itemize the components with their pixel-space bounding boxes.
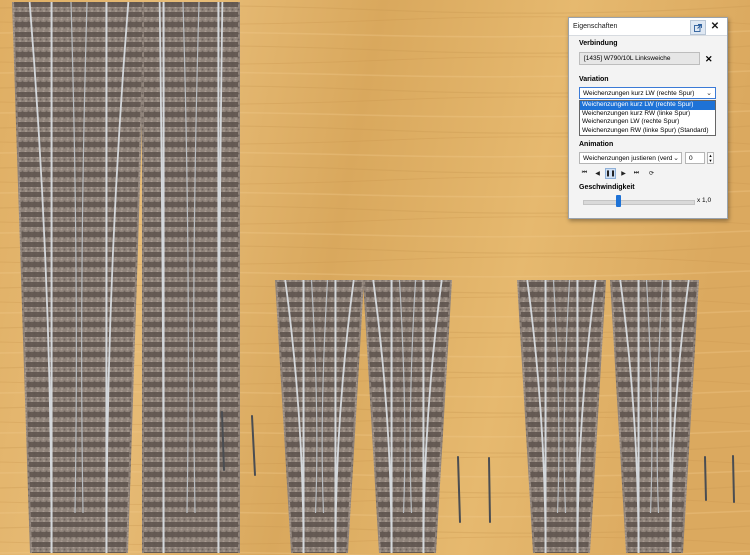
speed-value: x 1,0: [697, 197, 712, 204]
loose-rail: [488, 457, 491, 523]
verbindung-heading: Verbindung: [579, 40, 618, 47]
chevron-down-icon: ⌄: [706, 90, 712, 97]
variation-option[interactable]: Weichenzungen kurz LW (rechte Spur): [580, 101, 715, 110]
animation-select[interactable]: Weichenzungen justieren (verd ⌄: [579, 152, 682, 164]
speed-slider-thumb[interactable]: [616, 195, 621, 207]
variation-dropdown-list: Weichenzungen kurz LW (rechte Spur) Weic…: [579, 100, 716, 136]
popout-icon[interactable]: [690, 20, 706, 35]
speed-heading: Geschwindigkeit: [579, 184, 635, 191]
loose-rail: [732, 455, 735, 503]
loop-icon[interactable]: ⟳: [646, 168, 657, 179]
track-turnout[interactable]: [142, 1, 240, 554]
track-sleepers: [14, 2, 144, 553]
variation-option[interactable]: Weichenzungen kurz RW (linke Spur): [580, 110, 715, 119]
pause-icon[interactable]: ❚❚: [605, 168, 616, 179]
verbindung-field[interactable]: [1435] W790/10L Linksweiche: [579, 52, 700, 65]
panel-title: Eigenschaften: [573, 23, 618, 30]
variation-heading: Variation: [579, 76, 609, 83]
panel-titlebar: Eigenschaften ✕: [569, 18, 727, 36]
skip-start-icon[interactable]: ⏮: [579, 168, 590, 179]
verbindung-clear-button[interactable]: ✕: [705, 54, 713, 65]
variation-option[interactable]: Weichenzungen LW (rechte Spur): [580, 118, 715, 127]
skip-end-icon[interactable]: ⏭: [631, 168, 642, 179]
animation-selected: Weichenzungen justieren (verd: [583, 154, 673, 162]
speed-slider-track[interactable]: [583, 200, 695, 205]
step-back-icon[interactable]: ◀: [592, 168, 603, 179]
step-forward-icon[interactable]: ▶: [618, 168, 629, 179]
animation-frame-input[interactable]: 0: [685, 152, 705, 164]
variation-selected: Weichenzungen kurz LW (rechte Spur): [583, 89, 695, 97]
animation-heading: Animation: [579, 141, 614, 148]
loose-rail: [704, 456, 707, 501]
frame-spinner[interactable]: ▲ ▼: [707, 152, 714, 164]
variation-select[interactable]: Weichenzungen kurz LW (rechte Spur) ⌄: [579, 87, 716, 99]
chevron-down-icon: ⌄: [672, 154, 679, 162]
variation-option[interactable]: Weichenzungen RW (linke Spur) (Standard): [580, 127, 715, 136]
track-turnout[interactable]: [12, 1, 146, 554]
close-icon[interactable]: ✕: [708, 20, 722, 33]
